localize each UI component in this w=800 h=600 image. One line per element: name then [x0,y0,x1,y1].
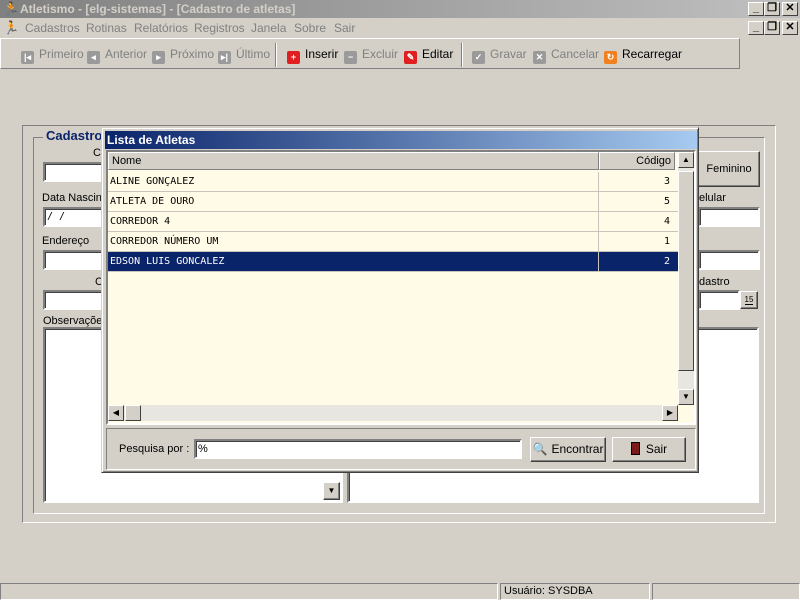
registration-date-field[interactable] [698,290,740,310]
menu-cadastros[interactable]: Cadastros [25,21,80,35]
menu-rotinas[interactable]: Rotinas [86,21,127,35]
cellphone-label: elular [699,192,726,204]
table-row[interactable]: CORREDOR 4 4 [108,212,678,232]
scroll-right-button[interactable]: ▶ [662,405,678,421]
first-record-icon: |◂ [21,51,34,64]
athlete-grid: Nome Código ALINE GONÇALEZ 3 ATLETA DE O… [106,150,696,425]
save-button[interactable]: ✓ Gravar [472,46,527,64]
close-button[interactable]: ✕ [782,2,798,16]
toolbar-separator [275,43,277,67]
row-code: 1 [598,232,672,252]
delete-button[interactable]: − Excluir [344,46,398,64]
save-icon: ✓ [472,51,485,64]
birth-date-label: Data Nascin [42,192,102,204]
magnifier-icon: 🔍 [532,442,548,456]
notes-dropdown-button[interactable]: ▼ [323,482,340,500]
status-user: Usuário: SYSDBA [500,583,650,600]
window-title-bar: 🏃 Atletismo - [elg-sistemas] - [Cadastro… [0,0,800,18]
scroll-thumb[interactable] [678,171,694,371]
minus-icon: − [344,51,357,64]
previous-button[interactable]: ◂ Anterior [87,46,147,64]
column-header-name[interactable]: Nome [108,152,599,170]
table-row[interactable]: ATLETA DE OURO 5 [108,192,678,212]
menu-sobre[interactable]: Sobre [294,21,326,35]
pencil-icon: ✎ [404,51,417,64]
address-field[interactable] [43,250,103,270]
minimize-button[interactable]: _ [748,2,764,16]
runner-icon: 🏃 [3,1,20,16]
notes-label: Observaçõe [43,315,103,327]
row-code: 4 [598,212,672,232]
cellphone-field[interactable] [698,207,760,227]
status-cell-main [0,583,498,600]
birth-date-field[interactable]: / / [43,207,103,227]
exit-door-icon [630,442,640,455]
dialog-title: Lista de Atletas [105,131,697,149]
athlete-list-dialog: Lista de Atletas Nome Código ALINE GONÇA… [101,127,699,473]
child-close-button[interactable]: ✕ [782,21,798,35]
plus-icon: + [287,51,300,64]
last-record-icon: ▸| [218,51,231,64]
menu-bar: 🏃 Cadastros Rotinas Relatórios Registros… [0,18,800,38]
table-row-selected[interactable]: EDSON LUIS GONCALEZ 2 [108,252,678,272]
toolbar: |◂ Primeiro ◂ Anterior ▸ Próximo ▸| Último +… [0,38,740,69]
column-header-code[interactable]: Código [599,152,675,170]
insert-button[interactable]: + Inserir [287,46,338,64]
scroll-up-button[interactable]: ▲ [678,152,694,168]
registration-date-label: dastro [699,276,730,288]
next-button[interactable]: ▸ Próximo [152,46,214,64]
search-label: Pesquisa por : [119,443,190,455]
scroll-down-button[interactable]: ▼ [678,389,694,405]
scroll-left-button[interactable]: ◀ [108,405,124,421]
reload-button[interactable]: ↻ Recarregar [604,46,682,64]
row-name: CORREDOR 4 [110,216,171,227]
menu-relatorios[interactable]: Relatórios [134,21,188,35]
last-button[interactable]: ▸| Último [218,46,270,64]
reload-icon: ↻ [604,51,617,64]
first-button[interactable]: |◂ Primeiro [21,46,84,64]
search-panel: Pesquisa por : % 🔍 Encontrar Sair [106,428,696,470]
vertical-scrollbar[interactable]: ▲ ▼ [678,152,694,405]
scroll-h-thumb[interactable] [125,405,141,421]
row-code: 2 [598,252,672,272]
address-field-right[interactable] [698,250,760,270]
field-label: C [93,147,101,159]
cancel-button[interactable]: ✕ Cancelar [533,46,599,64]
cancel-icon: ✕ [533,51,546,64]
name-field[interactable] [43,162,103,182]
child-restore-button[interactable]: ❐ [764,21,780,35]
calendar-button[interactable]: 15 [740,291,758,309]
row-name: ATLETA DE OURO [110,196,195,207]
form-group-title: Cadastro [43,128,106,143]
menu-sair[interactable]: Sair [334,21,355,35]
female-button[interactable]: Feminino [698,151,760,187]
horizontal-scrollbar[interactable]: ◀ ▶ [108,405,678,421]
row-name: EDSON LUIS GONCALEZ [110,256,225,267]
child-minimize-button[interactable]: _ [748,21,764,35]
chevron-down-icon: ▼ [327,486,336,495]
search-input[interactable]: % [194,439,522,459]
calendar-icon: 15 [744,295,754,305]
previous-record-icon: ◂ [87,51,100,64]
city-field[interactable] [43,290,103,310]
find-button[interactable]: 🔍 Encontrar [530,437,606,462]
table-row[interactable]: CORREDOR NÚMERO UM 1 [108,232,678,252]
runner-icon: 🏃 [3,20,20,35]
table-row[interactable]: ALINE GONÇALEZ 3 [108,172,678,192]
exit-button[interactable]: Sair [612,437,686,462]
row-name: ALINE GONÇALEZ [110,176,195,187]
restore-button[interactable]: ❐ [764,2,780,16]
menu-registros[interactable]: Registros [194,21,245,35]
toolbar-separator [461,43,463,67]
menu-janela[interactable]: Janela [251,21,286,35]
row-code: 3 [598,172,672,192]
status-cell-extra [652,583,800,600]
window-title: Atletismo - [elg-sistemas] - [Cadastro d… [20,2,296,16]
next-record-icon: ▸ [152,51,165,64]
address-label: Endereço [42,235,90,247]
row-name: CORREDOR NÚMERO UM [110,236,219,247]
row-code: 5 [598,192,672,212]
edit-button[interactable]: ✎ Editar [404,46,453,64]
